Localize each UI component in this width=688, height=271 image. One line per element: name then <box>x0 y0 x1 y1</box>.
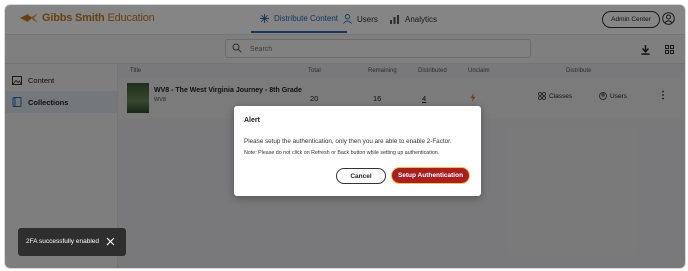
dialog-note: Note: Please do not click on Refresh or … <box>244 150 440 156</box>
dialog-message: Please setup the authentication, only th… <box>244 138 452 145</box>
app-window: Gibbs Smith Education Distribute Content… <box>4 4 686 269</box>
setup-authentication-button[interactable]: Setup Authentication <box>391 167 470 184</box>
toast-message: 2FA successfully enabled <box>26 238 99 245</box>
toast-notification: 2FA successfully enabled <box>18 228 126 256</box>
close-icon[interactable] <box>106 237 115 246</box>
cancel-button[interactable]: Cancel <box>336 168 386 184</box>
alert-dialog: Alert Please setup the authentication, o… <box>234 106 481 196</box>
dialog-title: Alert <box>244 117 260 124</box>
